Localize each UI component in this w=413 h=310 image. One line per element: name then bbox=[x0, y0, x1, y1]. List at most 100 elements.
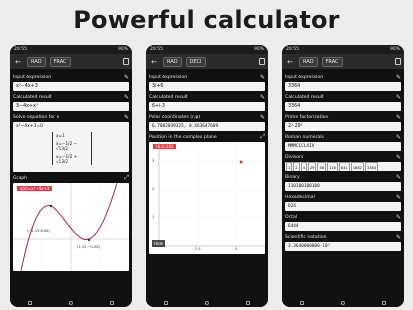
y-tick-1: 1 bbox=[152, 215, 155, 219]
graph-point-max: (−1.15,6.08) bbox=[27, 229, 50, 233]
plane-title: Position in the complex plane bbox=[149, 134, 217, 140]
copy-icon[interactable] bbox=[259, 58, 265, 65]
back-arrow-icon[interactable]: ← bbox=[149, 58, 159, 66]
divisor-cell: 841 bbox=[338, 162, 350, 171]
copy-icon[interactable] bbox=[123, 58, 129, 65]
back-arrow-icon[interactable]: ← bbox=[285, 58, 295, 66]
graph-title: Graph bbox=[13, 175, 28, 181]
nav-home-icon[interactable] bbox=[68, 300, 73, 305]
divisors-title: Divisors bbox=[285, 154, 304, 160]
edit-icon[interactable]: ✎ bbox=[396, 134, 401, 141]
toolbar: ← RAD FRAC bbox=[10, 54, 132, 69]
nav-home-icon[interactable] bbox=[204, 300, 209, 305]
input-field[interactable]: 3364 bbox=[285, 82, 401, 91]
prime-value: 2²·29² bbox=[285, 122, 401, 131]
divisor-cell: 1 bbox=[286, 162, 293, 171]
status-bar: 20:55 90% bbox=[282, 45, 404, 54]
number-format-button[interactable]: DECI bbox=[185, 56, 206, 67]
binary-title: Binary bbox=[285, 174, 300, 180]
edit-icon[interactable]: ✎ bbox=[260, 94, 265, 101]
back-arrow-icon[interactable]: ← bbox=[13, 58, 23, 66]
nav-recents-icon[interactable] bbox=[381, 300, 386, 305]
expand-icon[interactable]: ⤢ bbox=[124, 174, 129, 182]
result-value: 6+i·3 bbox=[149, 102, 265, 111]
headline: Powerful calculator bbox=[73, 6, 340, 34]
divisor-cell: 3364 bbox=[364, 162, 379, 171]
nav-back-icon[interactable] bbox=[28, 300, 33, 305]
divisor-cell: 58 bbox=[317, 162, 327, 171]
y-tick-3: 3 bbox=[152, 159, 155, 163]
edit-icon[interactable]: ✎ bbox=[260, 114, 265, 121]
roman-title: Roman numerals bbox=[285, 134, 324, 140]
plane-plot bbox=[158, 142, 265, 247]
number-format-button[interactable]: FRAC bbox=[49, 56, 71, 67]
divisor-cell: 116 bbox=[327, 162, 338, 171]
phone-equation: 20:55 90% ← RAD FRAC Input expression ✎ x… bbox=[10, 45, 132, 307]
edit-icon[interactable]: ✎ bbox=[396, 194, 401, 201]
solution-1: x=1 bbox=[56, 133, 65, 138]
nav-bar bbox=[146, 298, 268, 307]
edit-icon[interactable]: ✎ bbox=[260, 74, 265, 81]
polar-title: Polar coordinates (r,φ) bbox=[149, 114, 201, 120]
edit-icon[interactable]: ✎ bbox=[396, 114, 401, 121]
result-title: Calculated result bbox=[285, 94, 324, 100]
result-value: 3364 bbox=[285, 102, 401, 111]
input-title: Input expression bbox=[149, 74, 188, 80]
polar-value: 6.7082039325, 0.463647609 bbox=[149, 122, 265, 131]
result-title: Calculated result bbox=[13, 94, 52, 100]
edit-icon[interactable]: ✎ bbox=[124, 114, 129, 121]
graph-plot bbox=[13, 182, 129, 272]
angle-mode-button[interactable]: RAD bbox=[163, 56, 182, 67]
phone-complex: 20:55 90% ← RAD DECI Input expression ✎ 3… bbox=[146, 45, 268, 307]
edit-icon[interactable]: ✎ bbox=[124, 74, 129, 81]
binary-value: 110100100100 bbox=[285, 182, 401, 191]
nav-recents-icon[interactable] bbox=[109, 300, 114, 305]
angle-mode-button[interactable]: RAD bbox=[27, 56, 46, 67]
nav-home-icon[interactable] bbox=[340, 300, 345, 305]
edit-icon[interactable]: ✎ bbox=[396, 234, 401, 241]
phone-number-analysis: 20:55 90% ← RAD FRAC Input expression ✎ 3… bbox=[282, 45, 404, 307]
roman-value: MMMCCCLXIV bbox=[285, 142, 401, 151]
input-title: Input expression bbox=[285, 74, 324, 80]
divisors-box: 1 2 4 29 58 116 841 1682 3364 bbox=[285, 162, 401, 171]
number-format-button[interactable]: FRAC bbox=[321, 56, 343, 67]
edit-icon[interactable]: ✎ bbox=[396, 174, 401, 181]
nav-back-icon[interactable] bbox=[300, 300, 305, 305]
input-field[interactable]: 3i+6 bbox=[149, 82, 265, 91]
input-field[interactable]: x³−4x+3 bbox=[13, 82, 129, 91]
status-time: 20:55 bbox=[286, 47, 299, 52]
hex-value: D24 bbox=[285, 202, 401, 211]
nav-bar bbox=[10, 298, 132, 307]
edit-icon[interactable]: ✎ bbox=[396, 214, 401, 221]
hide-button[interactable]: Hide bbox=[152, 240, 166, 247]
sci-title: Scientific notation bbox=[285, 234, 327, 240]
hex-title: Hexadecimal bbox=[285, 194, 315, 200]
nav-back-icon[interactable] bbox=[164, 300, 169, 305]
edit-icon[interactable]: ✎ bbox=[396, 94, 401, 101]
nav-recents-icon[interactable] bbox=[245, 300, 250, 305]
sci-value: 3.3640000000·10³ bbox=[285, 242, 401, 251]
edit-icon[interactable]: ✎ bbox=[396, 74, 401, 81]
status-battery: 90% bbox=[253, 47, 264, 52]
status-time: 20:55 bbox=[14, 47, 27, 52]
function-graph[interactable]: y(x)=x³−4x+3 (−1.15,6.08) (1.15,−0.08) bbox=[13, 182, 129, 272]
toolbar: ← RAD FRAC bbox=[282, 54, 404, 69]
complex-plane[interactable]: (6.0,3.0) 3 2 1 2.5 5 Hide bbox=[149, 142, 265, 254]
status-time: 20:55 bbox=[150, 47, 163, 52]
solve-box: x³−4x+3=0 x=1 x=−1/2 − √13/2 x=−1/2 + √1… bbox=[13, 122, 129, 172]
y-tick-2: 2 bbox=[152, 187, 155, 191]
edit-icon[interactable]: ✎ bbox=[124, 94, 129, 101]
function-curve bbox=[20, 182, 118, 272]
result-value: 3−4x+x³ bbox=[13, 102, 129, 111]
plane-legend: (6.0,3.0) bbox=[153, 144, 177, 149]
result-title: Calculated result bbox=[149, 94, 188, 100]
copy-icon[interactable] bbox=[395, 58, 401, 65]
solution-3: x=−1/2 + √13/2 bbox=[56, 154, 78, 164]
divisor-cell: 29 bbox=[307, 162, 317, 171]
octal-value: 6444 bbox=[285, 222, 401, 231]
expand-icon[interactable]: ⤢ bbox=[260, 133, 265, 141]
angle-mode-button[interactable]: RAD bbox=[299, 56, 318, 67]
divisor-cell: 4 bbox=[300, 162, 307, 171]
toolbar: ← RAD DECI bbox=[146, 54, 268, 69]
edit-icon[interactable]: ✎ bbox=[396, 154, 401, 161]
